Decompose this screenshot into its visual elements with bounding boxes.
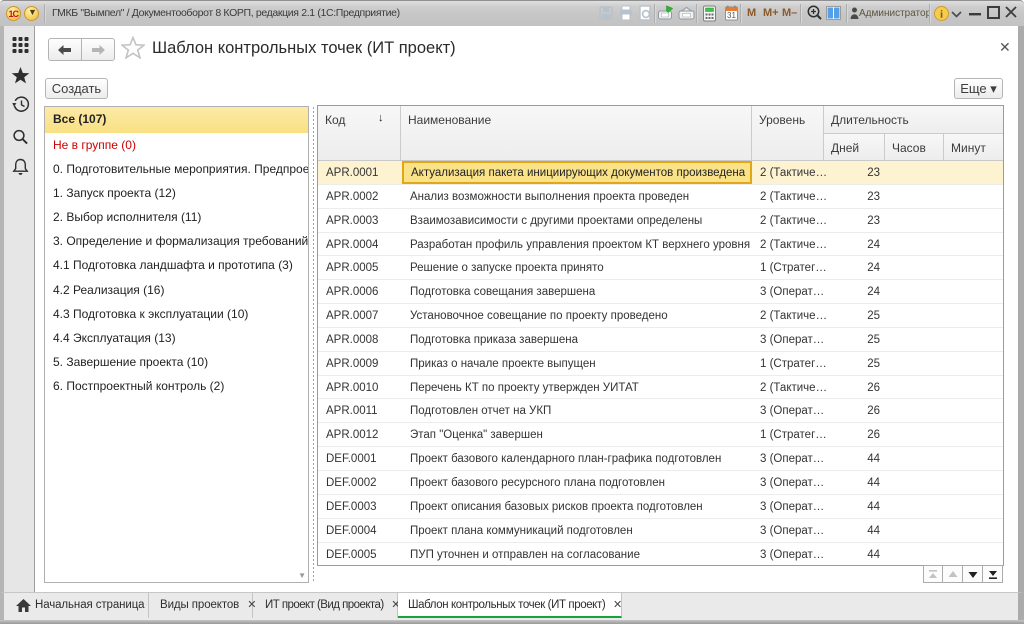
svg-text:31: 31 [727, 11, 736, 20]
svg-text:i: i [940, 9, 943, 21]
